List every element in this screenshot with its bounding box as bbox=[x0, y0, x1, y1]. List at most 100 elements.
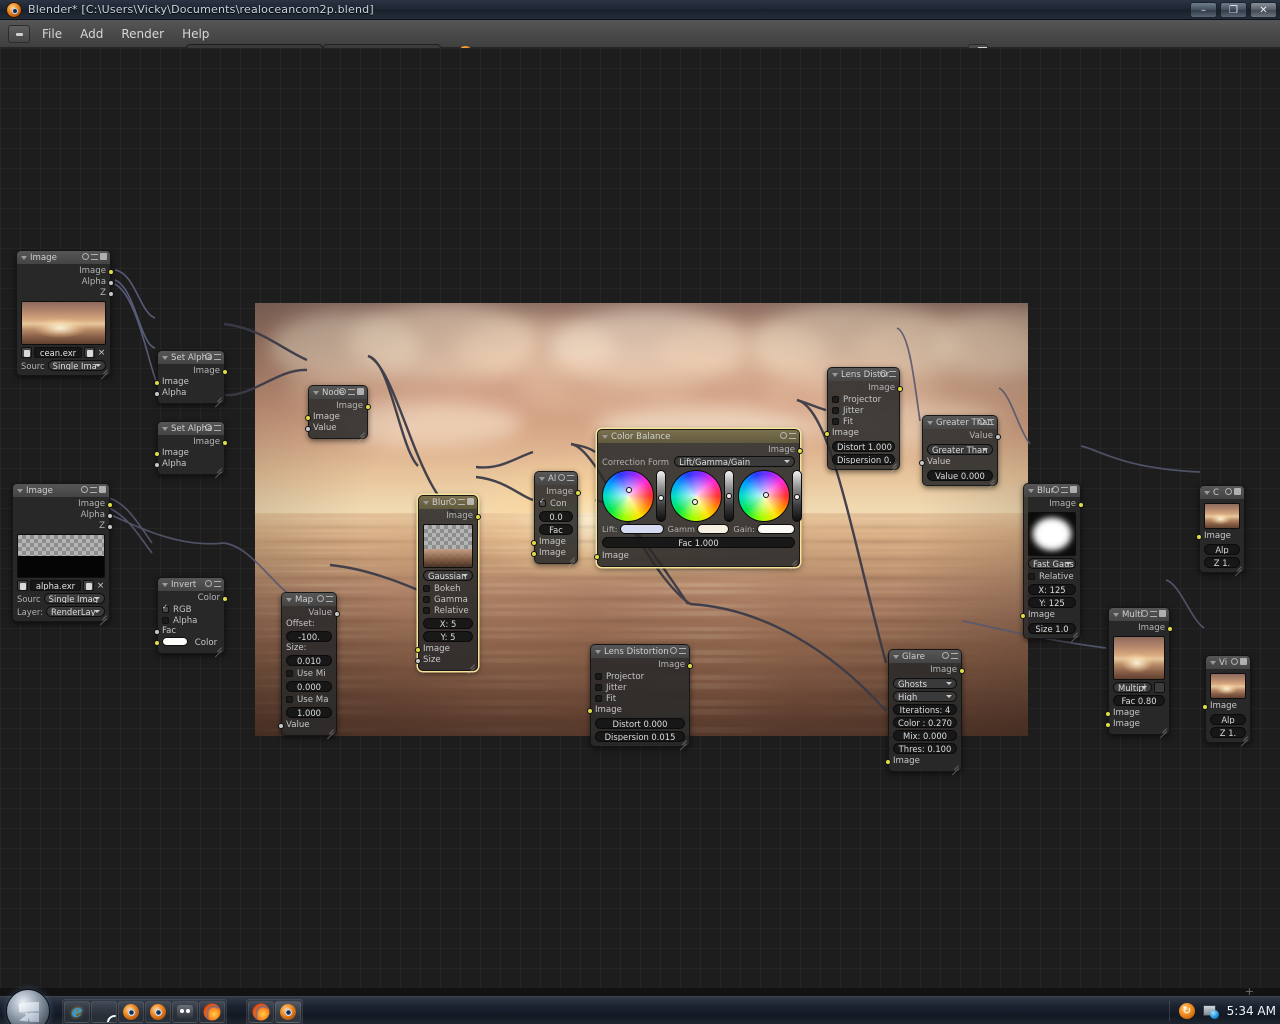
resize-handle[interactable] bbox=[1233, 561, 1242, 577]
image-icon[interactable] bbox=[1159, 610, 1166, 617]
socket-image-out[interactable] bbox=[575, 490, 581, 496]
option-bokeh[interactable]: Bokeh bbox=[423, 583, 473, 594]
options-icon[interactable] bbox=[1150, 610, 1157, 617]
taskbar-clock[interactable]: 5:34 AM bbox=[1227, 1004, 1276, 1018]
browse-image-icon[interactable] bbox=[17, 580, 28, 591]
size-y-field[interactable]: Y: 5 bbox=[423, 631, 473, 642]
checkbox-relative-icon[interactable] bbox=[423, 607, 430, 614]
lift-swatch[interactable] bbox=[619, 524, 664, 534]
gear-icon[interactable] bbox=[880, 370, 887, 377]
socket-image-in[interactable] bbox=[415, 647, 421, 653]
socket-image-in[interactable] bbox=[1196, 534, 1202, 540]
node-blur-gaussian[interactable]: Blur Image Gaussian Bokeh Gamma Relative… bbox=[415, 495, 481, 675]
gamma-color-wheel[interactable] bbox=[670, 470, 722, 522]
alpha-toggle-icon[interactable] bbox=[1154, 682, 1165, 693]
gear-icon[interactable] bbox=[339, 388, 346, 395]
resize-handle[interactable] bbox=[1239, 731, 1248, 747]
resize-handle[interactable] bbox=[466, 659, 475, 675]
resize-handle[interactable] bbox=[213, 463, 222, 479]
options-icon[interactable] bbox=[889, 370, 896, 377]
taskbar-item-edge[interactable] bbox=[91, 1001, 117, 1023]
option-fit[interactable]: Fit bbox=[595, 693, 685, 704]
node-header[interactable]: Node bbox=[309, 386, 367, 399]
socket-image2-in[interactable] bbox=[1105, 722, 1111, 728]
node-header[interactable]: Map bbox=[282, 593, 336, 606]
menu-add[interactable]: Add bbox=[72, 25, 111, 43]
options-icon[interactable] bbox=[567, 474, 574, 481]
checkbox-fit-icon[interactable] bbox=[595, 695, 602, 702]
socket-value-in[interactable] bbox=[305, 426, 311, 432]
gear-icon[interactable] bbox=[449, 498, 456, 505]
updater-tray-icon[interactable] bbox=[1178, 1003, 1195, 1019]
gear-icon[interactable] bbox=[978, 418, 985, 425]
socket-image-in[interactable] bbox=[1020, 613, 1026, 619]
restore-button[interactable]: ❐ bbox=[1220, 2, 1247, 18]
socket-image-out[interactable] bbox=[897, 386, 903, 392]
gear-icon[interactable] bbox=[780, 432, 787, 439]
filter-type-dropdown[interactable]: Fast Gaus bbox=[1028, 558, 1076, 569]
checkbox-jitter-icon[interactable] bbox=[832, 407, 839, 414]
socket-image-out[interactable] bbox=[222, 440, 228, 446]
lift-value-slider[interactable] bbox=[656, 470, 666, 522]
taskbar-window-blender[interactable] bbox=[275, 1001, 301, 1023]
node-invert[interactable]: Invert Color RGB Alpha Fac Color bbox=[154, 577, 228, 658]
image-icon[interactable] bbox=[1240, 658, 1247, 665]
image-icon[interactable] bbox=[1070, 486, 1077, 493]
node-viewer[interactable]: Vi Image Alp Z 1. bbox=[1202, 655, 1251, 747]
correction-dropdown[interactable]: Lift/Gamma/Gain bbox=[674, 456, 795, 467]
checkbox-projector-icon[interactable] bbox=[595, 673, 602, 680]
gain-color-wheel[interactable] bbox=[738, 470, 790, 522]
resize-handle[interactable] bbox=[1069, 627, 1078, 643]
gamma-value-slider[interactable] bbox=[724, 470, 734, 522]
node-lens-distortion[interactable]: Lens Distortion Image Projector Jitter F… bbox=[587, 644, 693, 751]
image-icon[interactable] bbox=[357, 388, 364, 395]
premul-field[interactable]: 0.0 bbox=[539, 511, 573, 522]
gear-icon[interactable] bbox=[205, 580, 212, 587]
node-editor-canvas[interactable]: Image Image Alpha Z cean.exr × Sourc Sin… bbox=[0, 48, 1280, 988]
resize-handle[interactable] bbox=[788, 555, 797, 571]
option-alpha[interactable]: Alpha bbox=[162, 615, 220, 626]
image-filename[interactable]: cean.exr bbox=[34, 347, 82, 358]
socket-image1-in[interactable] bbox=[531, 540, 537, 546]
checkbox-gamma-icon[interactable] bbox=[423, 596, 430, 603]
socket-size-in[interactable] bbox=[415, 658, 421, 664]
distort-field[interactable]: Distort 1.000 bbox=[832, 441, 895, 452]
gear-icon[interactable] bbox=[82, 253, 89, 260]
socket-image-out[interactable] bbox=[475, 514, 481, 520]
options-icon[interactable] bbox=[458, 498, 465, 505]
socket-image-out[interactable] bbox=[797, 448, 803, 454]
gamma-slider-handle[interactable] bbox=[726, 493, 732, 499]
checkbox-rgb-icon[interactable] bbox=[162, 606, 169, 613]
checkbox-jitter-icon[interactable] bbox=[595, 684, 602, 691]
gear-icon[interactable] bbox=[205, 353, 212, 360]
socket-image2-in[interactable] bbox=[531, 551, 537, 557]
socket-image1-in[interactable] bbox=[1105, 711, 1111, 717]
options-icon[interactable] bbox=[679, 647, 686, 654]
socket-image-out[interactable] bbox=[365, 404, 371, 410]
image-icon[interactable] bbox=[1234, 488, 1241, 495]
resize-handle[interactable] bbox=[213, 642, 222, 658]
collapse-triangle-icon[interactable] bbox=[539, 476, 545, 481]
node-header[interactable]: Set Alpha bbox=[158, 351, 224, 364]
option-jitter[interactable]: Jitter bbox=[832, 405, 895, 416]
editor-type-selector[interactable] bbox=[8, 25, 30, 43]
dispersion-field[interactable]: Dispersion 0.015 bbox=[595, 731, 685, 742]
node-glare[interactable]: Glare Image Ghosts High Iterations: 4 Co… bbox=[885, 649, 965, 776]
checkbox-use-min-icon[interactable] bbox=[286, 670, 293, 677]
collapse-triangle-icon[interactable] bbox=[602, 434, 608, 439]
taskbar-window-firefox[interactable] bbox=[248, 1001, 274, 1023]
gain-wheel-handle[interactable] bbox=[763, 492, 769, 498]
alpha-field[interactable]: Alp bbox=[1210, 714, 1246, 725]
collapse-triangle-icon[interactable] bbox=[1210, 660, 1216, 665]
socket-image-out[interactable] bbox=[107, 502, 113, 508]
option-rgb[interactable]: RGB bbox=[162, 604, 220, 615]
node-header[interactable]: Greater Than bbox=[923, 416, 997, 429]
gain-slider-handle[interactable] bbox=[794, 494, 800, 500]
node-map-value[interactable]: Map Value Offset: -100. Size: 0.010 Use … bbox=[278, 592, 340, 740]
resize-handle[interactable] bbox=[325, 724, 334, 740]
minimize-button[interactable]: – bbox=[1190, 2, 1217, 18]
value-field[interactable]: Value 0.000 bbox=[927, 470, 993, 481]
iterations-field[interactable]: Iterations: 4 bbox=[893, 704, 957, 715]
min-field[interactable]: 0.000 bbox=[286, 681, 332, 692]
node-mix-multiply[interactable]: Multi Image Multipl Fac 0.80 Image Image bbox=[1105, 607, 1173, 739]
